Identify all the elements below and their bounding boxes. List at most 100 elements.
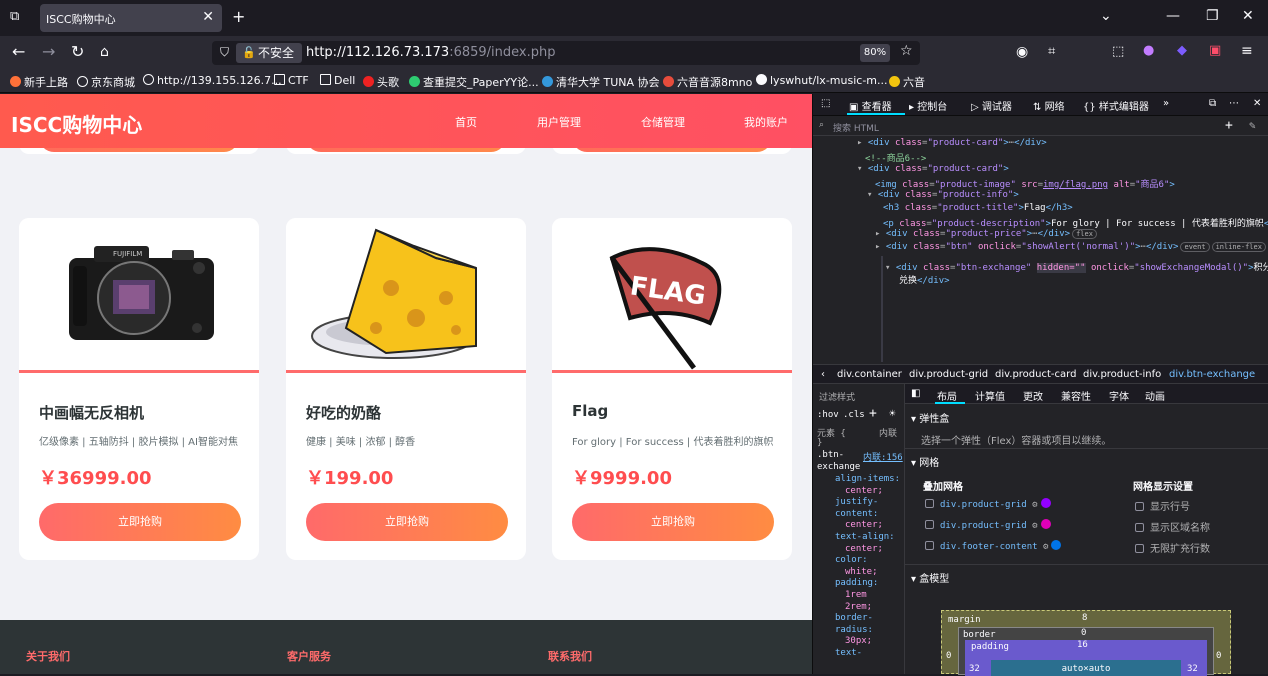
grid-setting-line-numbers[interactable]: 显示行号 [1135, 498, 1190, 513]
forward-icon[interactable]: → [42, 42, 55, 61]
breadcrumb-prev-icon[interactable]: ‹ [821, 369, 825, 380]
cls-toggle[interactable]: .cls [843, 410, 865, 420]
extension-diamond-icon[interactable]: ◆ [1177, 43, 1187, 58]
css-declaration[interactable]: justify- [817, 497, 903, 509]
bookmark-item[interactable]: 查重提交_PaperYY论... [409, 74, 539, 90]
hov-toggle[interactable]: :hov [817, 410, 839, 420]
toggle-pane-icon[interactable]: ◧ [911, 388, 920, 399]
bookmark-item[interactable]: 六音音源8mno [663, 74, 752, 90]
buy-button[interactable]: 立即抢购 [39, 503, 241, 541]
css-declaration[interactable]: center; [817, 520, 903, 532]
bookmark-item[interactable]: 新手上路 [10, 74, 68, 90]
nav-user-management[interactable]: 用户管理 [537, 114, 581, 130]
grid-setting-extend-lines[interactable]: 无限扩充行数 [1135, 540, 1210, 555]
css-declaration[interactable]: color: [817, 555, 903, 567]
css-declaration[interactable]: 30px; [817, 636, 903, 648]
tab-network[interactable]: ⇅ 网络 [1033, 98, 1065, 113]
html-search[interactable]: ⌕ 搜索 HTML + ✎ [813, 116, 1268, 136]
buy-button[interactable]: 立即抢购 [572, 503, 774, 541]
close-window-icon[interactable]: ✕ [1242, 8, 1254, 24]
css-declaration[interactable]: text- [817, 648, 903, 660]
markup-line[interactable]: ▾ <div class="product-card"> [857, 164, 1009, 174]
browser-tab[interactable]: ISCC购物中心 ✕ [40, 4, 222, 32]
back-icon[interactable]: ← [12, 42, 25, 61]
flex-section-header[interactable]: ▾ 弹性盒 [911, 410, 949, 425]
pick-element-icon[interactable]: ⬚ [821, 98, 830, 109]
css-declaration[interactable]: 2rem; [817, 602, 903, 614]
bookmark-item[interactable]: lyswhut/lx-music-m... [756, 74, 888, 87]
grid-overlay-item[interactable]: div.footer-content ⚙ [925, 540, 1062, 552]
extension-circle-icon[interactable]: ● [1143, 43, 1154, 58]
css-declaration[interactable]: border- [817, 613, 903, 625]
margin-right-value[interactable]: 0 [1216, 651, 1221, 661]
tab-computed[interactable]: 计算值 [975, 388, 1005, 403]
nav-home[interactable]: 首页 [455, 114, 477, 130]
add-node-icon[interactable]: + [1225, 118, 1233, 133]
close-devtools-icon[interactable]: ✕ [1253, 98, 1261, 109]
box-model-margin[interactable]: margin 8 border 0 padding 16 32 32 auto×… [941, 610, 1231, 676]
chevron-down-icon[interactable]: ⌄ [1100, 8, 1112, 24]
tab-style-editor[interactable]: {} 样式编辑器 [1083, 98, 1149, 113]
css-declaration[interactable]: content: [817, 509, 903, 521]
breadcrumb-item[interactable]: div.container [837, 369, 902, 380]
filter-styles[interactable]: 过滤样式 [819, 390, 855, 403]
bookmark-item[interactable]: 京东商城 [77, 74, 135, 90]
new-tab-icon[interactable]: + [232, 7, 245, 26]
css-declaration[interactable]: padding: [817, 578, 903, 590]
dock-icon[interactable]: ⧉ [1209, 98, 1216, 109]
tab-console[interactable]: ▸ 控制台 [909, 98, 947, 113]
markup-line[interactable]: <h3 class="product-title">Flag</h3> [883, 203, 1073, 213]
css-declaration[interactable]: center; [817, 544, 903, 556]
css-declaration[interactable]: radius: [817, 625, 903, 637]
extensions-icon[interactable]: ⬚ [1112, 44, 1124, 59]
tab-layout[interactable]: 布局 [937, 388, 957, 403]
tab-animations[interactable]: 动画 [1145, 388, 1165, 403]
close-tab-icon[interactable]: ✕ [202, 9, 214, 25]
bookmark-item[interactable]: CTF [274, 74, 309, 87]
tab-compatibility[interactable]: 兼容性 [1061, 388, 1091, 403]
breadcrumb-item-active[interactable]: div.btn-exchange [1169, 369, 1255, 380]
bookmark-item[interactable]: 六音 [889, 74, 925, 90]
crop-icon[interactable]: ⌗ [1048, 44, 1055, 59]
nav-my-account[interactable]: 我的账户 [744, 114, 788, 130]
grid-section-header[interactable]: ▾ 网格 [911, 454, 939, 469]
border-value[interactable]: 0 [1081, 628, 1086, 638]
box-model-header[interactable]: ▾ 盒模型 [911, 570, 949, 585]
markup-line[interactable]: <p class="product-description">For glory… [883, 216, 1268, 229]
zoom-level[interactable]: 80% [860, 44, 890, 62]
box-model-padding[interactable]: padding 16 32 32 auto×auto [965, 640, 1207, 676]
tab-inspector[interactable]: ▣ 查看器 [849, 98, 892, 113]
breadcrumb-item[interactable]: div.product-card [995, 369, 1076, 380]
account-icon[interactable]: ◉ [1016, 44, 1028, 60]
site-logo[interactable]: ISCC购物中心 [11, 109, 142, 138]
margin-left-value[interactable]: 0 [946, 651, 951, 661]
add-rule-icon[interactable]: + [869, 406, 877, 421]
home-icon[interactable]: ⌂ [100, 44, 109, 60]
markup-line[interactable]: ▸ <div class="product-card">⋯</div> [857, 138, 1047, 148]
box-model-border[interactable]: border 0 padding 16 32 32 auto×auto [958, 627, 1214, 676]
options-icon[interactable]: ⋯ [1229, 98, 1239, 109]
rule-source-link[interactable]: 内联:156 [863, 450, 903, 463]
bookmark-item[interactable]: 清华大学 TUNA 协会 [542, 74, 660, 90]
markup-line[interactable]: <img class="product-image" src=img/flag.… [875, 177, 1175, 190]
css-declaration[interactable]: text-align: [817, 532, 903, 544]
bookmark-item[interactable]: Dell [320, 74, 355, 87]
grid-overlay-item[interactable]: div.product-grid ⚙ [925, 519, 1051, 531]
eyedropper-icon[interactable]: ✎ [1249, 119, 1256, 132]
margin-value[interactable]: 8 [1082, 613, 1087, 623]
padding-value[interactable]: 16 [1077, 640, 1088, 650]
css-declaration[interactable]: white; [817, 567, 903, 579]
markup-line[interactable]: ▾ <div class="product-info"> [867, 190, 1019, 200]
nav-warehouse[interactable]: 仓储管理 [641, 114, 685, 130]
breadcrumb-item[interactable]: div.product-info [1083, 369, 1161, 380]
css-declaration[interactable]: center; [817, 486, 903, 498]
menu-icon[interactable]: ≡ [1241, 43, 1253, 59]
markup-line[interactable]: ▸ <div class="btn" onclick="showAlert('n… [875, 242, 1266, 252]
tab-debugger[interactable]: ▷ 调试器 [971, 98, 1012, 113]
padding-left-value[interactable]: 32 [969, 664, 980, 674]
grid-setting-area-names[interactable]: 显示区域名称 [1135, 519, 1210, 534]
tab-list-icon[interactable]: ⧉ [10, 9, 19, 24]
restore-icon[interactable]: ❐ [1206, 8, 1219, 24]
security-indicator[interactable]: 🔓 不安全 [236, 43, 302, 63]
grid-overlay-item[interactable]: div.product-grid ⚙ [925, 498, 1051, 510]
